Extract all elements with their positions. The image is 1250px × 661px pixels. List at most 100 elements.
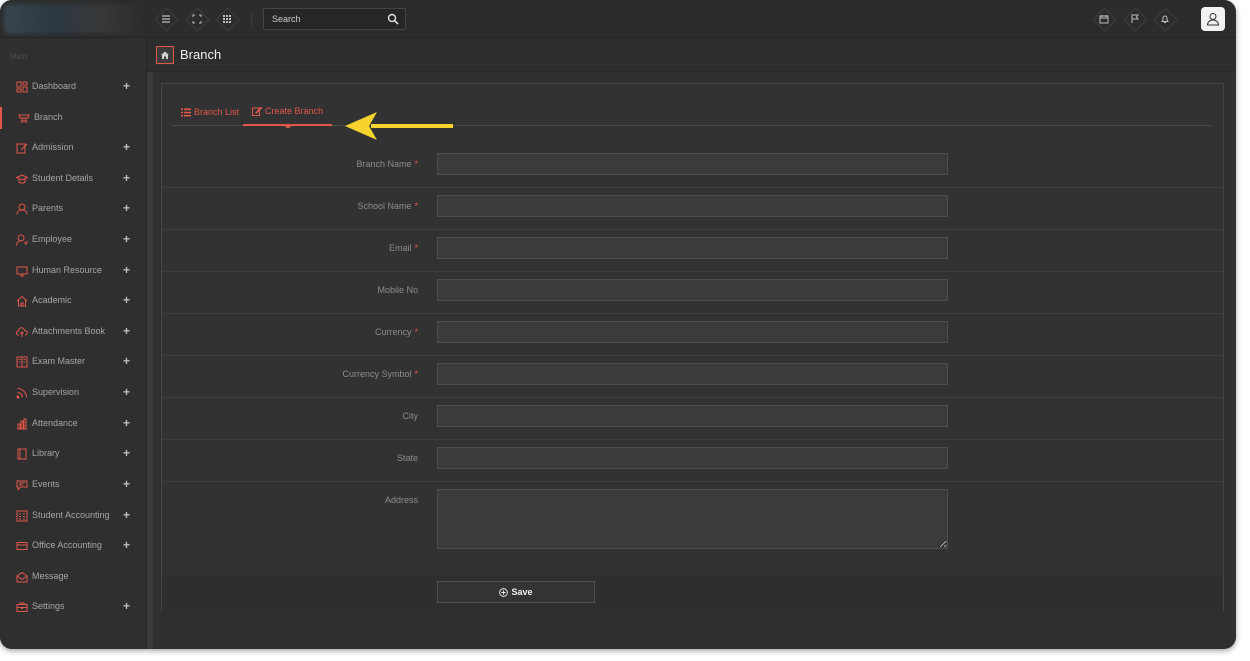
sidebar-item-branch[interactable]: Branch <box>0 107 146 129</box>
sidebar-item-label: Branch <box>34 112 63 122</box>
mobile-no-label: Mobile No <box>377 285 418 295</box>
tab-bar: Branch List Create Branch <box>172 98 1213 140</box>
sidebar-item-supervision[interactable]: Supervision + <box>0 382 146 404</box>
school-name-label: School Name * <box>357 201 418 211</box>
expand-plus-icon[interactable]: + <box>123 446 130 460</box>
home-button[interactable] <box>156 46 174 64</box>
expand-plus-icon[interactable]: + <box>123 171 130 185</box>
sidebar-item-settings[interactable]: Settings + <box>0 596 146 618</box>
branch-name-input[interactable] <box>437 153 948 175</box>
flag-button[interactable] <box>1123 8 1147 30</box>
save-button[interactable]: Save <box>437 581 595 603</box>
form-row-currency: Currency * <box>162 314 1223 356</box>
branch-name-label: Branch Name * <box>356 159 418 169</box>
home-icon <box>161 51 169 59</box>
sidebar-item-office-accounting[interactable]: Office Accounting + <box>0 535 146 557</box>
currency-symbol-input[interactable] <box>437 363 948 385</box>
annotation-arrow-icon <box>345 112 453 140</box>
tab-create-branch[interactable]: Create Branch <box>243 98 333 128</box>
sidebar-item-attendance[interactable]: Attendance + <box>0 413 146 435</box>
expand-plus-icon[interactable]: + <box>123 324 130 338</box>
sidebar-item-label: Attendance <box>32 418 78 428</box>
fullscreen-button[interactable] <box>185 8 209 30</box>
sidebar-item-human-resource[interactable]: Human Resource + <box>0 260 146 282</box>
sidebar-item-label: Student Accounting <box>32 510 110 520</box>
sidebar-item-label: Human Resource <box>32 265 103 275</box>
search-input[interactable] <box>264 9 384 29</box>
sidebar-item-student-details[interactable]: Student Details + <box>0 168 146 190</box>
envelope-icon <box>16 571 28 583</box>
content-gutter <box>147 72 153 649</box>
form-footer: Save <box>162 575 1223 611</box>
expand-plus-icon[interactable]: + <box>123 232 130 246</box>
sidebar-item-label: Admission <box>32 142 74 152</box>
city-input[interactable] <box>437 405 948 427</box>
sidebar-item-label: Dashboard <box>32 81 77 91</box>
email-input[interactable] <box>437 237 948 259</box>
sidebar-item-label: Settings <box>32 601 65 611</box>
expand-plus-icon[interactable]: + <box>123 599 130 613</box>
admission-icon <box>16 143 28 154</box>
menu-toggle-button[interactable] <box>154 8 178 30</box>
employee-icon <box>16 234 28 246</box>
monitor-icon <box>16 266 28 277</box>
save-button-label: Save <box>511 587 533 597</box>
expand-plus-icon[interactable]: + <box>123 293 130 307</box>
sidebar-item-attachments-book[interactable]: Attachments Book + <box>0 321 146 343</box>
expand-plus-icon[interactable]: + <box>123 263 130 277</box>
mobile-no-input[interactable] <box>437 279 948 301</box>
sidebar-item-label: Employee <box>32 234 73 244</box>
sidebar-item-label: Student Details <box>32 173 94 183</box>
user-avatar-button[interactable] <box>1201 7 1225 31</box>
ledger-icon <box>16 510 28 522</box>
address-textarea[interactable] <box>437 489 948 549</box>
expand-plus-icon[interactable]: + <box>123 508 130 522</box>
expand-plus-icon[interactable]: + <box>123 201 130 215</box>
sidebar-item-academic[interactable]: Academic + <box>0 290 146 312</box>
expand-plus-icon[interactable]: + <box>123 538 130 552</box>
expand-plus-icon[interactable]: + <box>123 140 130 154</box>
sidebar-item-events[interactable]: Events + <box>0 474 146 496</box>
search-icon[interactable] <box>387 13 399 25</box>
notifications-button[interactable] <box>1153 8 1177 30</box>
tab-branch-list[interactable]: Branch List <box>181 98 239 126</box>
sidebar-item-employee[interactable]: Employee + <box>0 229 146 251</box>
apps-button[interactable] <box>215 8 239 30</box>
library-icon <box>17 448 27 460</box>
sidebar-item-dashboard[interactable]: Dashboard + <box>0 76 146 98</box>
sidebar-item-admission[interactable]: Admission + <box>0 137 146 159</box>
expand-plus-icon[interactable]: + <box>123 79 130 93</box>
form-row-city: City <box>162 398 1223 440</box>
state-input[interactable] <box>437 447 948 469</box>
required-marker: * <box>414 159 418 169</box>
sidebar-item-exam-master[interactable]: Exam Master + <box>0 351 146 373</box>
branch-icon <box>18 114 30 123</box>
sidebar-item-label: Academic <box>32 295 72 305</box>
sidebar-item-label: Exam Master <box>32 356 86 366</box>
cloud-upload-icon <box>16 327 28 337</box>
expand-plus-icon[interactable]: + <box>123 385 130 399</box>
app-window: Main Dashboard + Branch Admission + Stud… <box>0 0 1236 649</box>
calendar-button[interactable] <box>1092 8 1116 30</box>
sidebar-item-parents[interactable]: Parents + <box>0 198 146 220</box>
logo <box>4 4 146 34</box>
book-icon <box>16 356 28 368</box>
search-box <box>263 8 406 30</box>
school-name-input[interactable] <box>437 195 948 217</box>
sidebar-item-library[interactable]: Library + <box>0 443 146 465</box>
expand-plus-icon[interactable]: + <box>123 477 130 491</box>
plus-circle-icon <box>499 587 509 597</box>
state-label: State <box>396 453 418 463</box>
expand-plus-icon[interactable]: + <box>123 354 130 368</box>
sidebar-item-student-accounting[interactable]: Student Accounting + <box>0 505 146 527</box>
required-marker: * <box>414 369 418 379</box>
sidebar-item-message[interactable]: Message <box>0 566 146 588</box>
menu-icon <box>162 15 170 23</box>
sidebar-item-label: Attachments Book <box>32 326 106 336</box>
currency-input[interactable] <box>437 321 948 343</box>
tab-label: Branch List <box>194 107 240 117</box>
address-label: Address <box>384 495 418 505</box>
currency-label: Currency * <box>374 327 418 337</box>
rss-icon <box>16 388 27 399</box>
expand-plus-icon[interactable]: + <box>123 416 130 430</box>
